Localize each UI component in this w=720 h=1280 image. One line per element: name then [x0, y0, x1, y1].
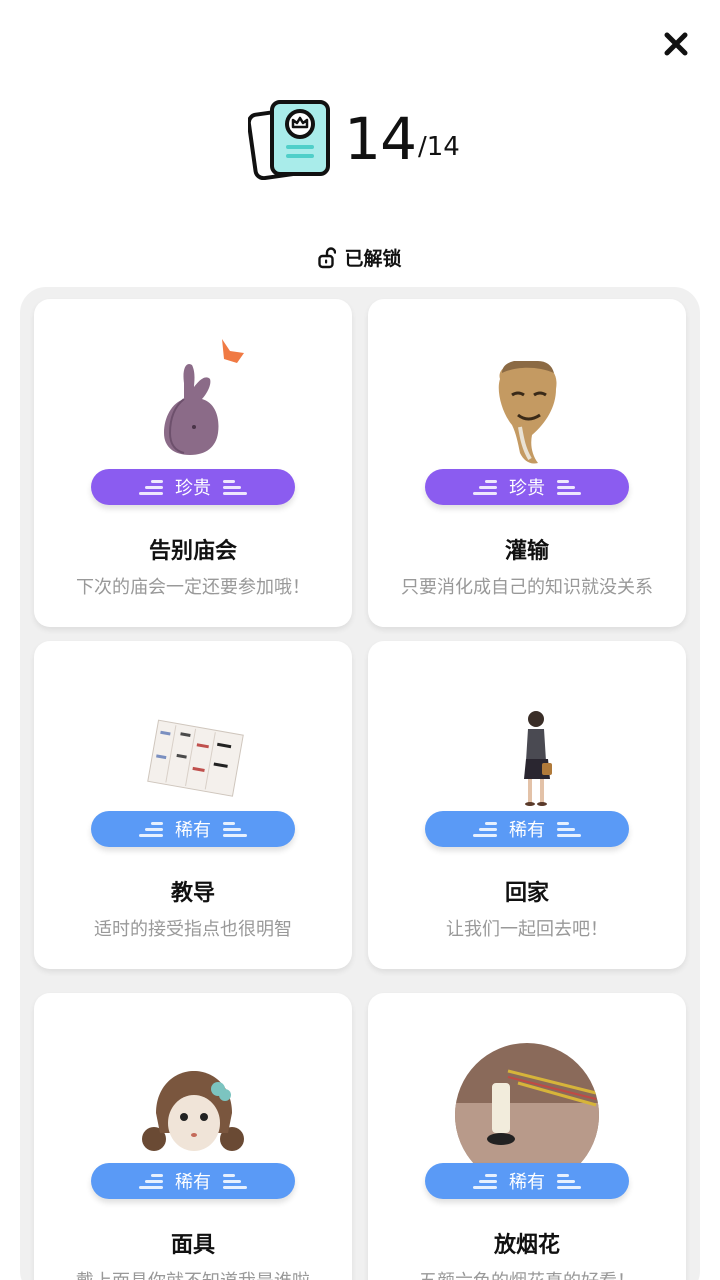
decor-bars-right	[557, 479, 581, 495]
rarity-label: 珍贵	[175, 478, 211, 499]
decor-bars-left	[139, 479, 163, 495]
decor-bars-right	[557, 1173, 581, 1189]
rabbit-figure-icon	[164, 339, 244, 455]
decor-bars-right	[223, 479, 247, 495]
decor-bars-left	[473, 1173, 497, 1189]
rarity-label: 稀有	[175, 820, 211, 841]
card-fireworks[interactable]: 稀有 放烟花 五颜六色的烟花真的好看！	[368, 993, 686, 1280]
card-teaching[interactable]: 稀有 教导 适时的接受指点也很明智	[34, 641, 352, 969]
rarity-label: 珍贵	[509, 478, 545, 499]
rarity-label: 稀有	[509, 1172, 545, 1193]
rarity-label: 稀有	[175, 1172, 211, 1193]
decor-bars-right	[223, 1173, 247, 1189]
decor-bars-right	[223, 821, 247, 837]
rarity-badge: 稀有	[91, 1163, 295, 1199]
card-image	[34, 299, 352, 469]
collection-header: 14 /14	[0, 94, 720, 184]
card-description: 让我们一起回去吧！	[446, 919, 608, 940]
unlocked-section-label: 已解锁	[0, 244, 720, 271]
card-grid-panel[interactable]: 珍贵 告别庙会 下次的庙会一定还要参加哦！ 珍贵 灌输 只要消化成自己的知识就没…	[20, 287, 700, 1280]
total-count: /14	[417, 132, 460, 162]
card-title: 教导	[170, 881, 215, 906]
decor-bars-right	[557, 821, 581, 837]
card-image	[34, 993, 352, 1163]
candle-fireworks-icon	[455, 1043, 599, 1163]
card-title: 放烟花	[493, 1233, 560, 1258]
calligraphy-paper-icon	[147, 719, 244, 797]
close-button[interactable]	[660, 28, 692, 60]
card-mask[interactable]: 稀有 面具 戴上面具你就不知道我是谁啦	[34, 993, 352, 1280]
rarity-badge: 珍贵	[425, 469, 629, 505]
card-indoctrination[interactable]: 珍贵 灌输 只要消化成自己的知识就没关系	[368, 299, 686, 627]
card-description: 戴上面具你就不知道我是谁啦	[34, 1267, 352, 1280]
card-title: 告别庙会	[148, 539, 237, 564]
card-description: 下次的庙会一定还要参加哦！	[76, 577, 310, 598]
card-image	[368, 299, 686, 469]
card-title: 灌输	[504, 539, 549, 564]
unlock-icon	[318, 246, 337, 268]
card-description: 五颜六色的烟花真的好看！	[368, 1267, 686, 1280]
old-man-mask-icon	[498, 361, 557, 464]
rarity-badge: 稀有	[425, 1163, 629, 1199]
close-icon	[664, 32, 688, 56]
card-title: 回家	[504, 881, 549, 906]
walking-person-icon	[524, 711, 552, 806]
rarity-badge: 稀有	[91, 811, 295, 847]
rarity-badge: 稀有	[425, 811, 629, 847]
card-farewell-fair[interactable]: 珍贵 告别庙会 下次的庙会一定还要参加哦！	[34, 299, 352, 627]
card-image	[368, 993, 686, 1163]
card-description: 只要消化成自己的知识就没关系	[401, 577, 653, 598]
card-going-home[interactable]: 稀有 回家 让我们一起回去吧！	[368, 641, 686, 969]
decor-bars-left	[473, 821, 497, 837]
collection-book-icon	[248, 100, 331, 180]
decor-bars-left	[139, 1173, 163, 1189]
doll-mask-icon	[142, 1071, 244, 1151]
collected-count: 14	[344, 105, 417, 173]
decor-bars-left	[139, 821, 163, 837]
card-image	[34, 641, 352, 811]
rarity-label: 稀有	[509, 820, 545, 841]
section-label-text: 已解锁	[344, 248, 402, 270]
card-description: 适时的接受指点也很明智	[94, 919, 292, 940]
rarity-badge: 珍贵	[91, 469, 295, 505]
decor-bars-left	[473, 479, 497, 495]
card-title: 面具	[170, 1233, 215, 1258]
card-image	[368, 641, 686, 811]
